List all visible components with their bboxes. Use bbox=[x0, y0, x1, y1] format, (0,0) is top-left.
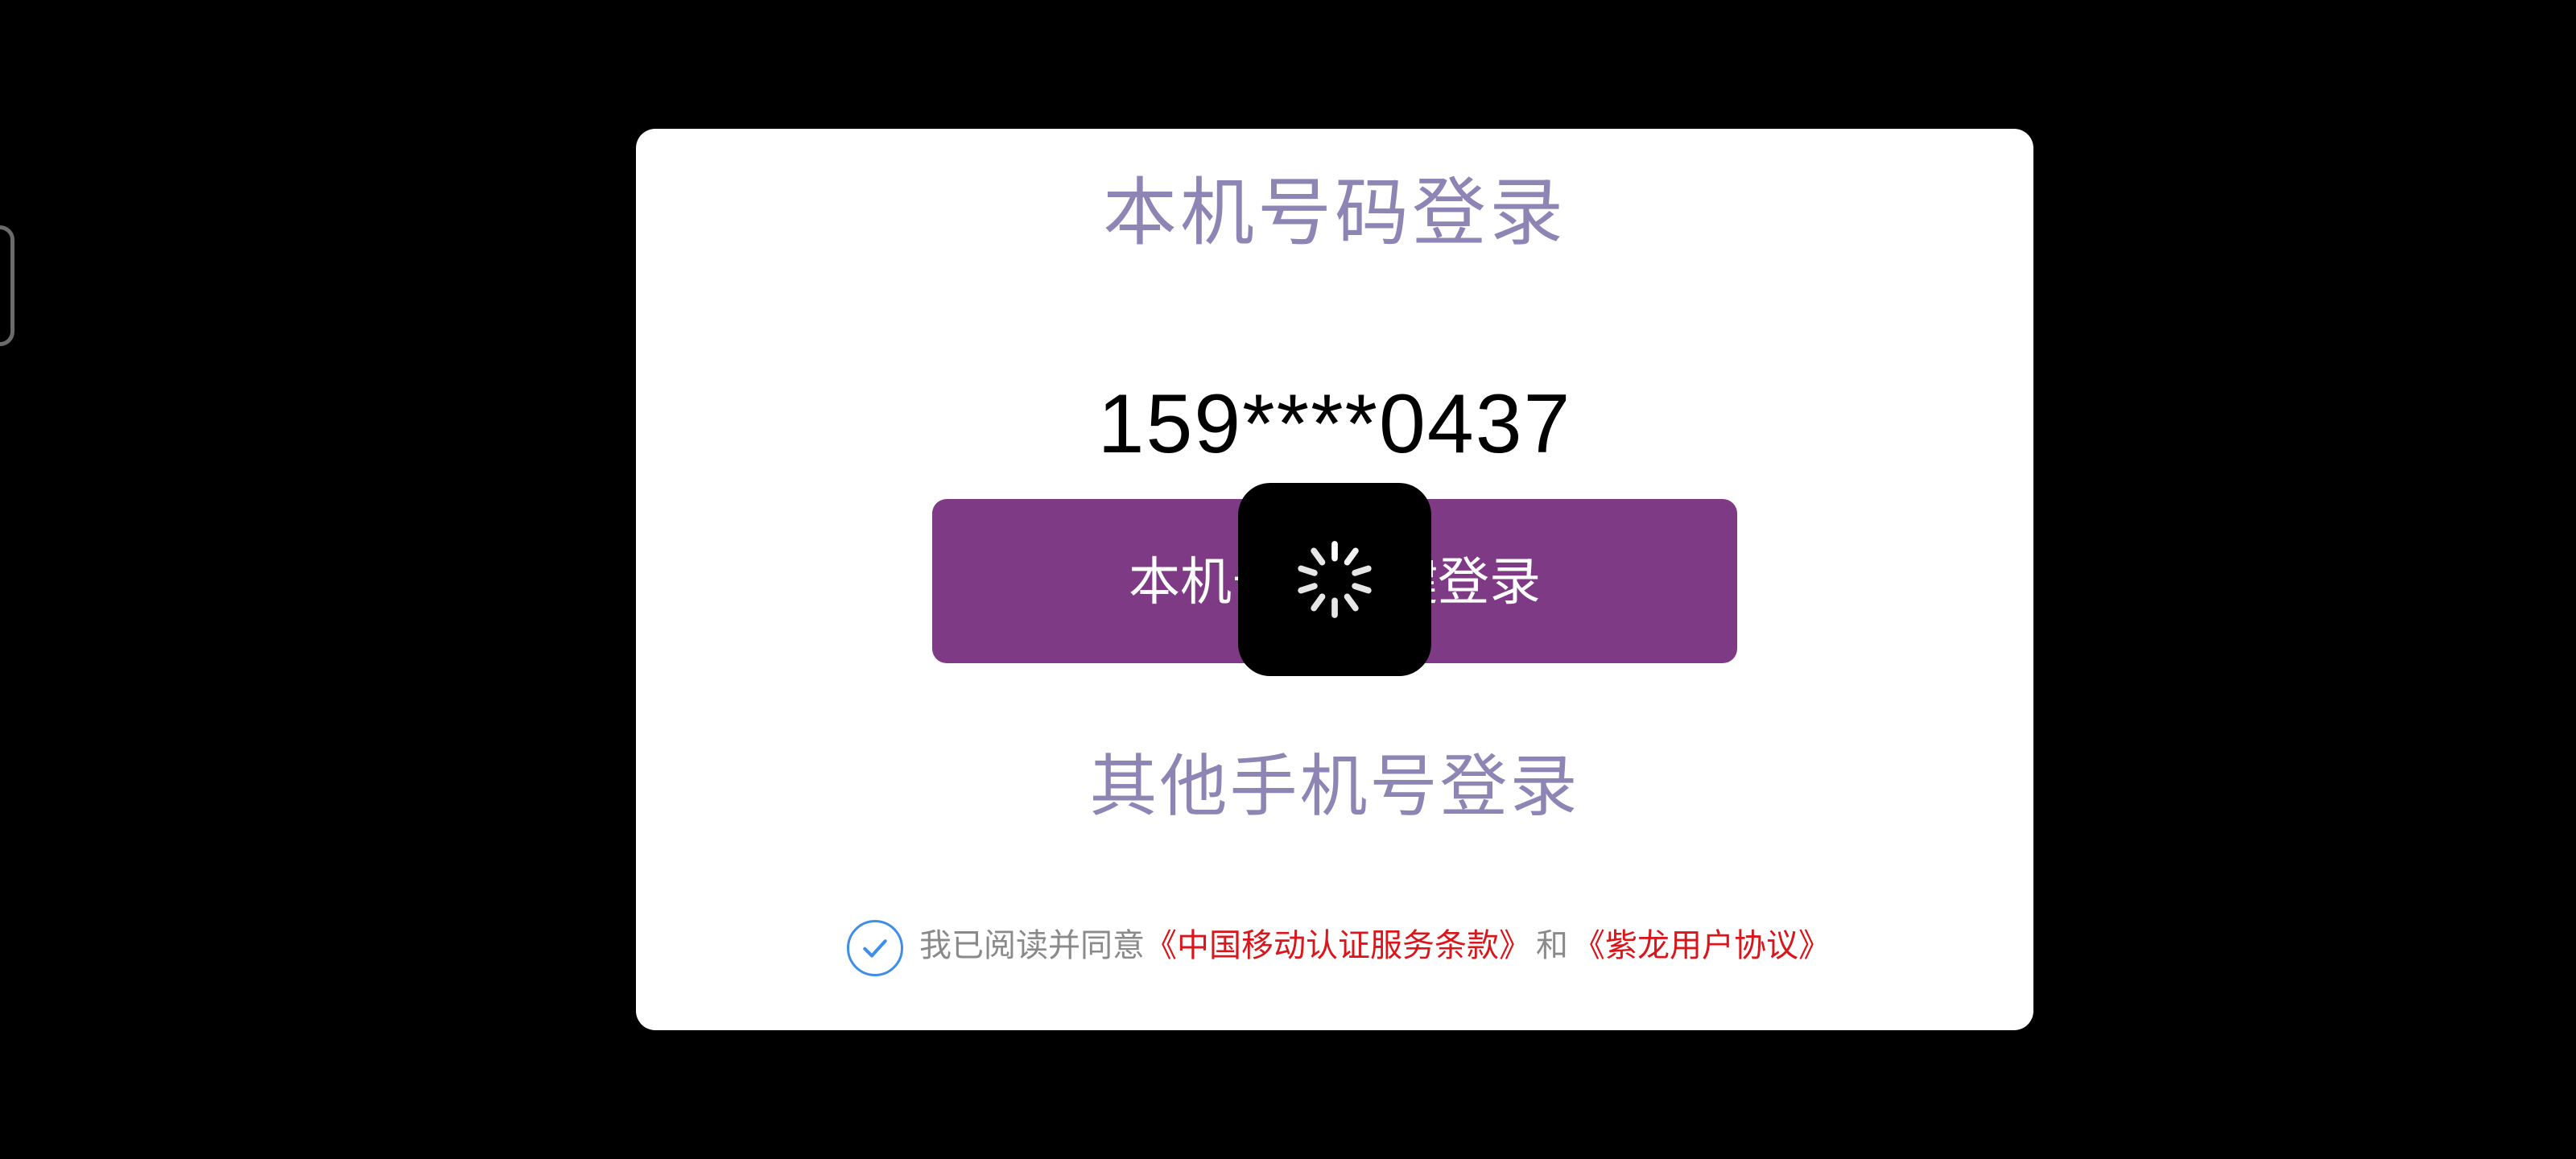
agreement-prefix: 我已阅读并同意 bbox=[919, 927, 1145, 964]
edge-handle[interactable] bbox=[0, 225, 14, 346]
other-phone-login-link[interactable]: 其他手机号登录 bbox=[636, 742, 2033, 831]
phone-number: 159****0437 bbox=[1097, 377, 1572, 471]
agreement-connector: 和 bbox=[1536, 927, 1568, 964]
zilong-user-agreement-link[interactable]: 《紫龙用户协议》 bbox=[1573, 919, 1831, 966]
cmcc-terms-link[interactable]: 《中国移动认证服务条款》 bbox=[1145, 919, 1531, 966]
spinner-icon bbox=[1298, 541, 1372, 618]
agreement-row: 我已阅读并同意 《中国移动认证服务条款》 和 《紫龙用户协议》 bbox=[847, 906, 1831, 979]
checkmark-icon bbox=[863, 939, 887, 958]
screen: 本机号码登录 159****0437 本机号码一键登录 其他手机号登录 我已阅读… bbox=[0, 0, 2576, 1159]
dialog-title: 本机号码登录 bbox=[1102, 170, 1567, 256]
loading-overlay bbox=[1238, 483, 1431, 676]
agreement-checkbox[interactable] bbox=[847, 920, 903, 976]
